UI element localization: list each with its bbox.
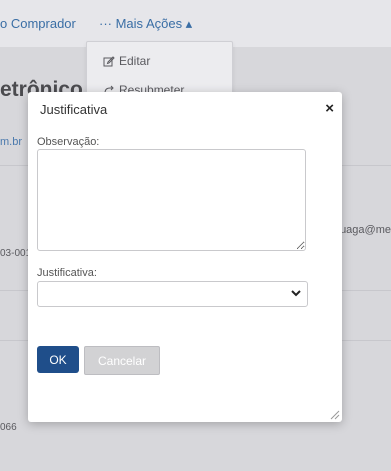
chevron-down-icon: [291, 290, 301, 297]
cancel-button[interactable]: Cancelar: [84, 346, 160, 375]
edit-icon: [103, 56, 115, 67]
email-link[interactable]: m.br: [0, 136, 22, 148]
justification-select[interactable]: [37, 281, 308, 307]
observation-textarea[interactable]: [37, 149, 306, 251]
dropdown-item-edit[interactable]: Editar: [103, 54, 150, 68]
ok-button[interactable]: OK: [37, 346, 79, 373]
code-fragment: 066: [0, 422, 17, 433]
code-fragment: 03-001: [0, 248, 32, 259]
right-email: ruaga@me: [336, 224, 391, 236]
justification-modal: Justificativa × Observação: Justificativ…: [28, 92, 342, 422]
resize-grip-icon[interactable]: [330, 410, 340, 420]
dropdown-item-label: Editar: [119, 54, 151, 68]
modal-title: Justificativa: [40, 102, 108, 117]
justification-label: Justificativa:: [37, 267, 97, 279]
more-actions-menu[interactable]: ··· Mais Ações ▴: [99, 16, 192, 32]
close-icon[interactable]: ×: [325, 101, 334, 116]
observation-label: Observação:: [37, 136, 100, 148]
buyer-link[interactable]: o Comprador: [0, 16, 76, 31]
